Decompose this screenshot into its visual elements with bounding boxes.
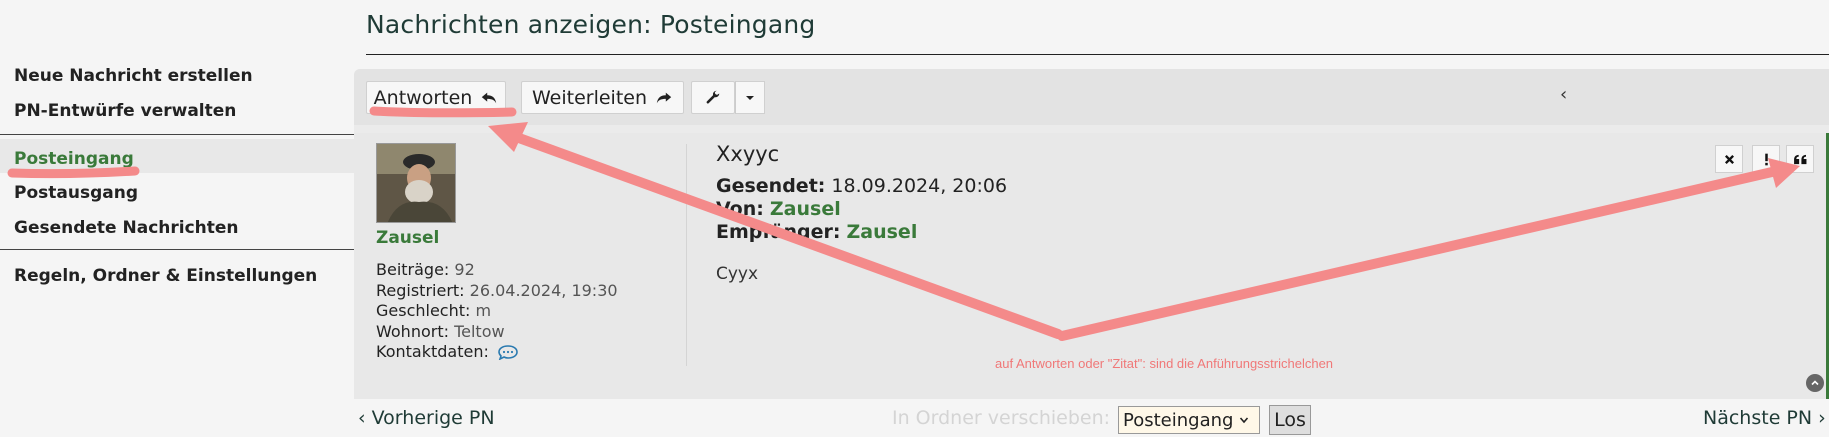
- from-label: Von:: [716, 198, 764, 220]
- close-icon: [1724, 154, 1734, 164]
- sidebar-item-new-message[interactable]: Neue Nachricht erstellen: [14, 66, 253, 86]
- report-button[interactable]: [1752, 145, 1780, 173]
- posts-count[interactable]: 92: [454, 260, 474, 279]
- exclamation-icon: [1764, 153, 1768, 165]
- message-subject: Xxyyc: [716, 142, 780, 166]
- back-to-top-button[interactable]: [1806, 374, 1824, 392]
- quote-button[interactable]: [1786, 145, 1814, 173]
- next-message-link[interactable]: Nächste PN ›: [1703, 407, 1826, 429]
- page-title: Nachrichten anzeigen: Posteingang: [366, 10, 816, 39]
- sidebar-item-rules-settings[interactable]: Regeln, Ordner & Einstellungen: [14, 266, 317, 286]
- reply-button[interactable]: Antworten: [366, 81, 506, 114]
- message-meta: Gesendet: 18.09.2024, 20:06 Von: Zausel …: [716, 175, 1007, 244]
- profile-row-location: Wohnort: Teltow: [376, 321, 505, 341]
- sent-label: Gesendet:: [716, 175, 826, 197]
- reply-arrow-icon: [482, 92, 497, 103]
- author-username[interactable]: Zausel: [376, 228, 439, 248]
- forward-button[interactable]: Weiterleiten: [521, 81, 684, 114]
- folder-select[interactable]: Posteingang: [1118, 406, 1260, 434]
- quote-icon: [1793, 154, 1806, 164]
- speech-bubble-icon[interactable]: [498, 344, 518, 361]
- sidebar-item-outbox[interactable]: Postausgang: [14, 183, 138, 203]
- collapse-toggle[interactable]: ‹: [1560, 84, 1567, 105]
- sidebar-divider: [0, 249, 354, 250]
- move-to-folder-label: In Ordner verschieben:: [892, 407, 1111, 429]
- avatar-image: [377, 144, 455, 222]
- author-profile: Beiträge: 92 Registriert: 26.04.2024, 19…: [376, 260, 618, 363]
- sidebar-item-sent[interactable]: Gesendete Nachrichten: [14, 218, 239, 238]
- avatar[interactable]: [376, 143, 456, 223]
- sent-date: 18.09.2024, 20:06: [831, 175, 1008, 197]
- message-body: Cyyx: [716, 264, 759, 284]
- tools-dropdown-toggle[interactable]: [735, 81, 765, 114]
- to-label: Empfänger:: [716, 221, 841, 243]
- chevron-down-icon: [1240, 417, 1249, 424]
- title-divider: [366, 54, 1829, 55]
- reply-button-label: Antworten: [373, 86, 473, 109]
- profile-row-posts: Beiträge: 92: [376, 260, 475, 279]
- chevron-left-icon: ‹: [358, 407, 366, 429]
- move-go-button[interactable]: Los: [1269, 405, 1311, 435]
- tools-button[interactable]: [691, 81, 735, 114]
- profile-row-registered: Registriert: 26.04.2024, 19:30: [376, 280, 618, 300]
- forward-arrow-icon: [656, 92, 672, 103]
- to-user-link[interactable]: Zausel: [847, 221, 918, 243]
- profile-row-gender: Geschlecht: m: [376, 301, 492, 320]
- previous-message-link[interactable]: ‹ Vorherige PN: [358, 407, 495, 429]
- chevron-down-icon: [746, 95, 754, 100]
- sidebar-divider: [0, 134, 354, 135]
- sidebar-item-drafts[interactable]: PN-Entwürfe verwalten: [14, 101, 236, 121]
- chevron-right-icon: ›: [1818, 407, 1826, 429]
- delete-button[interactable]: [1715, 145, 1743, 173]
- sidebar-item-inbox[interactable]: Posteingang: [14, 149, 134, 169]
- from-user-link[interactable]: Zausel: [770, 198, 841, 220]
- chevron-up-icon: [1811, 380, 1819, 386]
- post-column-divider: [686, 144, 687, 366]
- message-toolbar: Antworten Weiterleiten: [354, 69, 1829, 125]
- profile-row-contact: Kontaktdaten:: [376, 342, 618, 363]
- forward-button-label: Weiterleiten: [531, 86, 648, 109]
- wrench-icon: [706, 90, 720, 104]
- annotation-note: auf Antworten oder "Zitat": sind die Anf…: [995, 356, 1334, 371]
